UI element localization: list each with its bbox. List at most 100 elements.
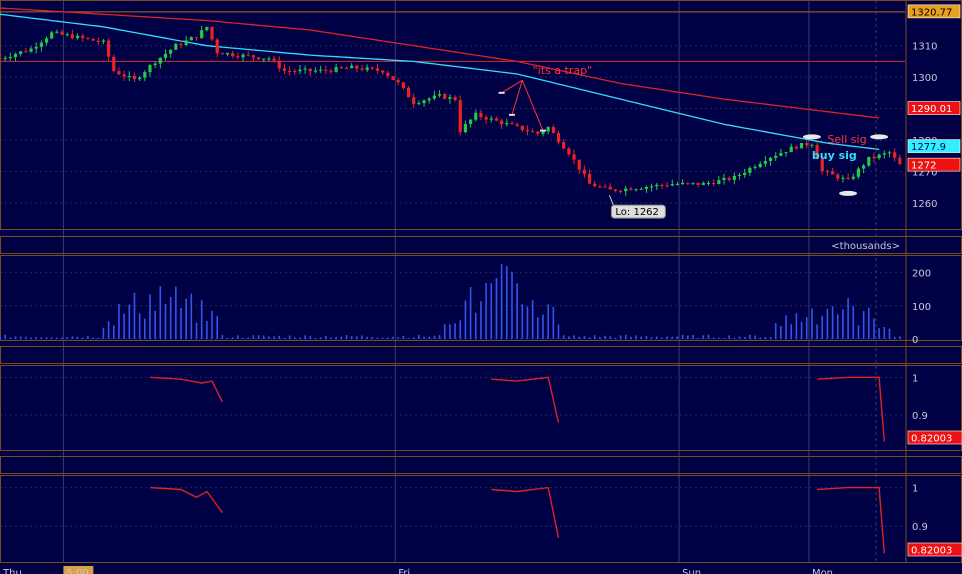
candle-body[interactable] — [282, 68, 287, 71]
candle-body[interactable] — [536, 131, 540, 134]
candle-body[interactable] — [112, 56, 116, 72]
candle-body[interactable] — [19, 51, 23, 54]
candle-body[interactable] — [531, 131, 535, 133]
volume-bar[interactable] — [599, 337, 601, 339]
volume-bar[interactable] — [242, 337, 244, 339]
volume-bar[interactable] — [743, 337, 746, 339]
candle-body[interactable] — [851, 176, 855, 179]
candle-body[interactable] — [582, 169, 586, 174]
volume-bar[interactable] — [325, 335, 327, 339]
candle-body[interactable] — [163, 53, 168, 58]
volume-bar[interactable] — [25, 336, 27, 339]
volume-bar[interactable] — [738, 336, 741, 339]
candle-body[interactable] — [479, 112, 483, 118]
candle-body[interactable] — [381, 70, 385, 73]
candle-body[interactable] — [484, 117, 488, 120]
candle-body[interactable] — [3, 57, 7, 59]
volume-bar[interactable] — [87, 335, 89, 339]
volume-bar[interactable] — [759, 337, 761, 339]
candle-body[interactable] — [613, 189, 617, 191]
volume-bar[interactable] — [200, 300, 203, 339]
candle-body[interactable] — [236, 56, 240, 58]
volume-bar[interactable] — [45, 337, 48, 339]
volume-bar[interactable] — [702, 335, 705, 339]
volume-bar[interactable] — [604, 335, 606, 339]
volume-bar[interactable] — [645, 335, 648, 339]
candle-body[interactable] — [127, 75, 131, 77]
volume-bar[interactable] — [407, 337, 410, 339]
candle-body[interactable] — [810, 144, 814, 146]
candle-body[interactable] — [655, 184, 659, 187]
candle-body[interactable] — [841, 177, 845, 179]
volume-bar[interactable] — [71, 336, 74, 339]
candle-body[interactable] — [515, 124, 519, 126]
volume-bar[interactable] — [418, 334, 420, 339]
candle-body[interactable] — [701, 183, 705, 185]
volume-bar[interactable] — [97, 337, 100, 339]
volume-bar[interactable] — [511, 271, 513, 339]
volume-bar[interactable] — [697, 337, 699, 339]
volume-bar[interactable] — [356, 336, 358, 339]
volume-bar[interactable] — [206, 320, 208, 339]
candle-body[interactable] — [577, 159, 581, 170]
candle-body[interactable] — [8, 56, 12, 58]
volume-bar[interactable] — [862, 311, 865, 339]
trading-chart[interactable]: "its a trap" Sell sig buy sig Lo: 1262 <tho… — [0, 0, 962, 574]
candle-body[interactable] — [784, 152, 788, 154]
candle-body[interactable] — [194, 37, 199, 39]
volume-bar[interactable] — [154, 310, 156, 339]
volume-bar[interactable] — [619, 335, 622, 339]
candle-body[interactable] — [293, 71, 297, 73]
volume-bar[interactable] — [350, 336, 353, 339]
candle-body[interactable] — [882, 153, 886, 155]
volume-bar[interactable] — [583, 336, 586, 339]
candle-body[interactable] — [748, 167, 752, 173]
volume-bar[interactable] — [588, 337, 591, 339]
volume-bar[interactable] — [278, 335, 281, 339]
candle-body[interactable] — [277, 60, 281, 69]
candle-body[interactable] — [831, 171, 835, 175]
volume-bar[interactable] — [56, 337, 58, 339]
volume-bar[interactable] — [474, 312, 477, 339]
volume-bar[interactable] — [800, 321, 803, 339]
candle-body[interactable] — [474, 112, 478, 120]
candle-body[interactable] — [339, 67, 343, 69]
volume-bar[interactable] — [304, 335, 306, 339]
volume-bar[interactable] — [226, 337, 229, 339]
candle-body[interactable] — [753, 166, 757, 168]
candle-body[interactable] — [722, 177, 726, 180]
volume-bar[interactable] — [428, 336, 431, 339]
volume-bar[interactable] — [676, 336, 679, 339]
candle-body[interactable] — [494, 118, 499, 121]
volume-bar[interactable] — [878, 328, 880, 339]
candle-body[interactable] — [624, 188, 628, 192]
volume-bar[interactable] — [480, 301, 482, 339]
candle-body[interactable] — [743, 172, 747, 175]
candle-body[interactable] — [603, 186, 607, 188]
candle-body[interactable] — [794, 146, 798, 149]
candle-body[interactable] — [355, 65, 359, 69]
candle-body[interactable] — [24, 51, 28, 53]
volume-bar[interactable] — [423, 336, 425, 339]
candle-body[interactable] — [799, 143, 804, 149]
candle-body[interactable] — [660, 184, 664, 186]
candle-body[interactable] — [39, 42, 43, 47]
volume-bar[interactable] — [469, 287, 472, 339]
volume-bar[interactable] — [9, 337, 12, 339]
volume-bar[interactable] — [381, 337, 384, 339]
candle-body[interactable] — [520, 125, 524, 131]
volume-bar[interactable] — [299, 337, 301, 339]
candle-body[interactable] — [587, 173, 592, 184]
candle-body[interactable] — [158, 57, 162, 64]
volume-bar[interactable] — [118, 303, 120, 339]
volume-bar[interactable] — [769, 337, 772, 339]
candle-body[interactable] — [101, 40, 106, 42]
candle-body[interactable] — [551, 127, 555, 134]
volume-bar[interactable] — [749, 334, 751, 339]
candle-body[interactable] — [350, 65, 354, 69]
candle-body[interactable] — [856, 168, 861, 177]
candle-body[interactable] — [665, 185, 669, 187]
volume-bar[interactable] — [728, 335, 730, 339]
candle-body[interactable] — [13, 53, 18, 57]
candle-body[interactable] — [712, 182, 716, 185]
